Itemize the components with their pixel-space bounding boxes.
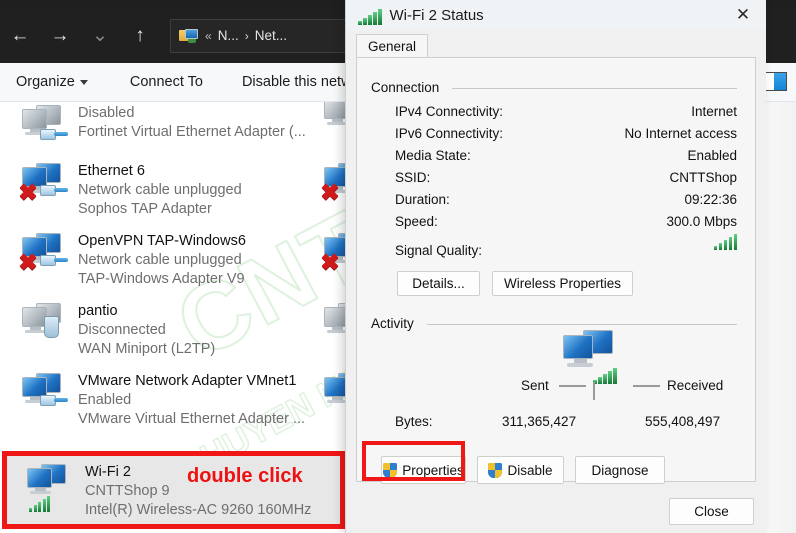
tab-strip: General [356,33,429,59]
wan-miniport-icon [44,316,59,338]
wifi-adapter-icon [19,456,85,524]
adapter-status: Disabled [78,105,135,121]
details-button[interactable]: Details... [397,271,480,296]
connect-to-button[interactable]: Connect To [130,74,203,90]
wifi-signal-icon [358,9,382,25]
adapter-name: pantio [78,303,118,319]
ipv6-connectivity-label: IPv6 Connectivity: [395,126,504,141]
wifi-signal-icon [593,368,617,384]
wireless-properties-button[interactable]: Wireless Properties [492,271,633,296]
ssid-value: CNTTShop [669,170,737,185]
close-button-label: Close [694,504,729,519]
ipv4-connectivity-label: IPv4 Connectivity: [395,104,504,119]
media-state-label: Media State: [395,148,471,163]
sent-label: Sent [521,378,549,393]
breadcrumb-item-1[interactable]: Net... [255,28,287,43]
diagnose-button[interactable]: Diagnose [575,456,665,484]
adapter-status: Disconnected [78,322,166,338]
close-icon[interactable]: ✕ [730,3,756,27]
wifi-signal-icon [29,496,50,512]
close-button[interactable]: Close [669,498,754,525]
adapter-device: VMware Virtual Ethernet Adapter ... [78,411,306,427]
list-item[interactable]: ✖ Ethernet 6 Network cable unplugged Sop… [0,160,345,230]
speed-value: 300.0 Mbps [666,214,737,229]
activity-group-rule [427,324,737,325]
organize-label: Organize [16,74,75,90]
preview-pane-icon[interactable] [764,72,787,91]
shield-icon [488,462,503,478]
disable-network-device-button[interactable]: Disable this netw [242,74,352,90]
up-icon[interactable]: ↑ [120,17,160,55]
ssid-label: SSID: [395,170,431,185]
adapter-status: Network cable unplugged [78,252,242,268]
bytes-received-value: 555,408,497 [645,414,721,429]
breadcrumb-separator-icon: › [244,28,249,43]
disable-button-label: Disable [507,462,553,478]
duration-label: Duration: [395,192,450,207]
activity-group-label: Activity [371,316,420,331]
selected-adapter-highlight: Wi-Fi 2 CNTTShop 9 Intel(R) Wireless-AC … [2,451,345,529]
list-item[interactable]: VMware Network Adapter VMnet1 Enabled VM… [0,370,345,440]
received-connector-line [633,385,660,387]
dialog-titlebar: Wi-Fi 2 Status ✕ [346,0,766,30]
adapter-name: Ethernet 6 [78,163,145,179]
adapter-name: OpenVPN TAP-Windows6 [78,233,246,249]
disable-button[interactable]: Disable [477,456,564,484]
adapter-device: Sophos TAP Adapter [78,201,212,217]
adapter-name: VMware Network Adapter VMnet1 [78,373,297,389]
adapter-status: Network cable unplugged [78,182,242,198]
shield-icon [383,462,398,478]
diagnose-button-label: Diagnose [591,462,649,478]
signal-quality-label: Signal Quality: [395,243,483,258]
network-adapter-icon: ✖ [16,160,78,230]
network-connections-icon [179,27,199,45]
tab-general[interactable]: General [356,34,429,59]
screenshot-root: ← → ⌄ ↑ « N... › Net... Organize Connect… [0,0,796,533]
connection-group-rule [452,88,737,89]
connection-group-label: Connection [371,80,446,95]
adapter-device: Intel(R) Wireless-AC 9260 160MHz [85,502,312,518]
signal-quality-icon [713,234,737,250]
list-item[interactable]: ✖ OpenVPN TAP-Windows6 Network cable unp… [0,230,345,300]
media-state-value: Enabled [687,148,737,163]
wifi-status-dialog: Wi-Fi 2 Status ✕ General Connection IPv4… [345,0,766,533]
back-icon[interactable]: ← [0,17,40,55]
duration-value: 09:22:36 [684,192,737,207]
error-icon: ✖ [18,249,38,275]
properties-button-label: Properties [402,462,464,478]
wireless-properties-button-label: Wireless Properties [503,276,622,291]
adapter-status: Enabled [78,392,132,408]
double-click-annotation: double click [187,465,303,487]
two-computers-icon [561,330,627,388]
adapter-device: Fortinet Virtual Ethernet Adapter (... [78,124,306,140]
list-item[interactable]: pantio Disconnected WAN Miniport (L2TP) [0,300,345,370]
list-item-wifi-2[interactable]: Wi-Fi 2 CNTTShop 9 Intel(R) Wireless-AC … [7,456,340,524]
received-label: Received [667,378,724,393]
network-adapter-icon [16,370,78,440]
breadcrumb-overflow-icon[interactable]: « [205,29,212,43]
activity-separator [593,382,595,400]
network-adapter-icon: ✖ [16,230,78,300]
adapter-device: WAN Miniport (L2TP) [78,341,216,357]
ipv6-connectivity-value: No Internet access [624,126,737,141]
properties-button[interactable]: Properties [381,456,466,484]
forward-icon[interactable]: → [40,17,80,55]
bytes-sent-value: 311,365,427 [502,414,577,429]
bytes-label: Bytes: [395,414,433,429]
speed-label: Speed: [395,214,438,229]
ipv4-connectivity-value: Internet [691,104,737,119]
adapter-device: TAP-Windows Adapter V9 [78,271,245,287]
organize-button[interactable]: Organize [16,74,88,90]
recent-locations-chevron-down-icon[interactable]: ⌄ [80,17,120,55]
list-item[interactable]: Disabled Fortinet Virtual Ethernet Adapt… [0,102,345,160]
chevron-down-icon [79,79,88,85]
network-adapter-disconnected-icon [16,300,78,370]
error-icon: ✖ [18,179,38,205]
general-tab-panel: Connection IPv4 Connectivity: Internet I… [356,57,756,484]
details-button-label: Details... [412,276,465,291]
dialog-body: General Connection IPv4 Connectivity: In… [346,30,766,533]
dialog-title: Wi-Fi 2 Status [389,6,484,24]
breadcrumb-item-0[interactable]: N... [218,28,239,43]
network-adapter-disabled-icon [16,102,78,160]
